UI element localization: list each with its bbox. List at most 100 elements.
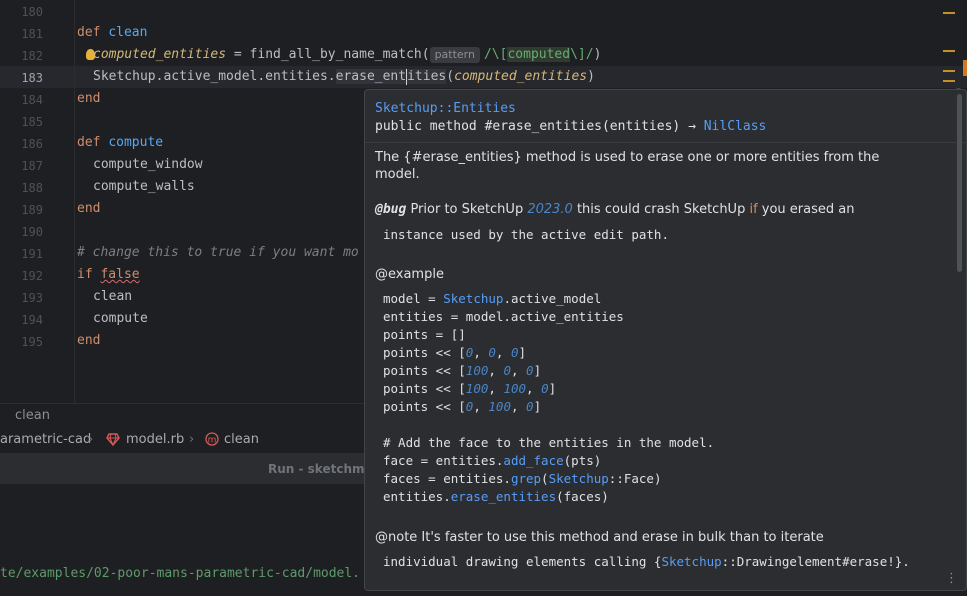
code-line[interactable]: computed_entities = find_all_by_name_mat…: [93, 44, 601, 66]
line-number: 194: [21, 313, 43, 327]
example-line: face = entities.add_face(pts): [383, 453, 602, 468]
line-number: 181: [21, 27, 43, 41]
code-line[interactable]: compute_walls: [93, 176, 195, 198]
code-text: ities: [407, 69, 447, 84]
example-line: points = []: [383, 327, 466, 342]
code-line-current[interactable]: Sketchup.active_model.entities.erase_ent…: [93, 66, 595, 88]
code-line[interactable]: compute_window: [93, 154, 203, 176]
variable: computed_entities: [454, 69, 588, 84]
method-link[interactable]: grep: [511, 471, 541, 486]
example-tag: @example: [375, 267, 444, 282]
run-panel-title: Run - sketchma: [268, 462, 373, 476]
method-icon: m: [205, 432, 219, 450]
example-line: model = Sketchup.active_model: [383, 291, 601, 306]
method-link[interactable]: add_face: [503, 453, 563, 468]
context-label: clean: [15, 408, 50, 423]
svg-text:m: m: [208, 436, 217, 446]
keyword: false: [100, 267, 140, 282]
return-type-link[interactable]: NilClass: [704, 119, 767, 134]
code-line[interactable]: end: [77, 88, 100, 110]
line-number: 180: [21, 5, 43, 19]
line-number: 190: [21, 225, 43, 239]
method-signature: public method #erase_entities(entities) …: [375, 119, 766, 134]
line-number: 187: [21, 159, 43, 173]
ruby-icon: [106, 432, 120, 450]
breadcrumb-method[interactable]: clean: [224, 432, 259, 447]
class-link[interactable]: Sketchup: [549, 471, 609, 486]
code-text: Sketchup.active_model.entities.: [93, 69, 336, 84]
line-number: 192: [21, 269, 43, 283]
example-comment: # Add the face to the entities in the mo…: [383, 435, 715, 450]
line-number: 188: [21, 181, 43, 195]
scroll-marker[interactable]: [943, 70, 955, 72]
regex: computed: [507, 47, 571, 62]
chevron-right-icon: ›: [88, 432, 94, 447]
divider: [365, 142, 966, 143]
line-number: 185: [21, 115, 43, 129]
line-number: 193: [21, 291, 43, 305]
popup-scrollbar[interactable]: [957, 94, 962, 272]
code-text: model =: [383, 291, 444, 306]
code-line[interactable]: compute: [93, 308, 148, 330]
regex: /: [585, 47, 594, 62]
note-line: @note It's faster to use this method and…: [375, 530, 824, 545]
example-line: faces = entities.grep(Sketchup::Face): [383, 471, 662, 486]
example-line: entities.erase_entities(faces): [383, 489, 609, 504]
regex: /\[: [483, 47, 508, 62]
code-text: (: [446, 69, 455, 84]
example-line: entities = model.active_entities: [383, 309, 624, 324]
code-text: ): [587, 69, 595, 84]
line-number: 182: [21, 49, 43, 63]
breadcrumb-project[interactable]: arametric-cad: [0, 432, 91, 447]
bug-text: you erased an: [757, 202, 855, 217]
keyword: if: [749, 202, 758, 217]
example-line: points << [100, 0, 0]: [383, 363, 542, 378]
keyword: def: [77, 135, 101, 150]
code-text: ): [593, 47, 602, 62]
scroll-marker[interactable]: [943, 12, 955, 14]
example-line: points << [0, 100, 0]: [383, 399, 542, 414]
method-name: clean: [108, 25, 148, 40]
code-comment[interactable]: # change this to true if you want mo: [77, 242, 359, 264]
bug-text: this could crash SketchUp: [572, 202, 750, 217]
keyword: def: [77, 25, 101, 40]
description-line: model.: [375, 167, 420, 182]
parameter-hint: pattern: [429, 47, 480, 63]
more-options-icon[interactable]: ⋮: [945, 571, 958, 586]
line-number: 184: [21, 93, 43, 107]
code-line[interactable]: if false: [77, 264, 140, 286]
signature-text: public method #erase_entities(entities) …: [375, 119, 704, 134]
code-text: = find_all_by_name_match(: [226, 47, 430, 62]
line-number: 191: [21, 247, 43, 261]
version-number: 2023.0: [527, 202, 573, 217]
chevron-right-icon: ›: [189, 432, 195, 447]
keyword: if: [77, 267, 93, 282]
class-link[interactable]: Sketchup::Entities: [375, 101, 516, 116]
code-line[interactable]: def compute: [77, 132, 163, 154]
note-line: individual drawing elements calling {Ske…: [383, 554, 910, 569]
class-link[interactable]: Sketchup: [661, 554, 721, 569]
change-marker: [963, 60, 967, 76]
bug-text: Prior to SketchUp: [406, 202, 528, 217]
output-path[interactable]: te/examples/02-poor-mans-parametric-cad/…: [0, 566, 360, 581]
bug-note-line: instance used by the active edit path.: [383, 227, 669, 242]
bug-note: @bug Prior to SketchUp 2023.0 this could…: [375, 202, 854, 217]
breadcrumb-file[interactable]: model.rb: [126, 432, 184, 447]
variable: computed_entities: [93, 47, 227, 62]
documentation-popup[interactable]: Sketchup::Entities public method #erase_…: [364, 89, 967, 591]
example-line: points << [100, 100, 0]: [383, 381, 557, 396]
code-line[interactable]: end: [77, 198, 100, 220]
line-number: 195: [21, 335, 43, 349]
code-line[interactable]: def clean: [77, 22, 147, 44]
code-line[interactable]: end: [77, 330, 100, 352]
line-number: 189: [21, 203, 43, 217]
code-line[interactable]: clean: [93, 286, 132, 308]
method-name: compute: [108, 135, 164, 150]
class-link[interactable]: Sketchup: [443, 291, 503, 306]
bug-tag: @bug: [375, 202, 407, 217]
code-text: .active_model: [503, 291, 602, 306]
scroll-marker[interactable]: [943, 80, 955, 82]
line-number: 186: [21, 137, 43, 151]
scroll-marker[interactable]: [943, 50, 955, 52]
method-link[interactable]: erase_entities: [451, 489, 556, 504]
